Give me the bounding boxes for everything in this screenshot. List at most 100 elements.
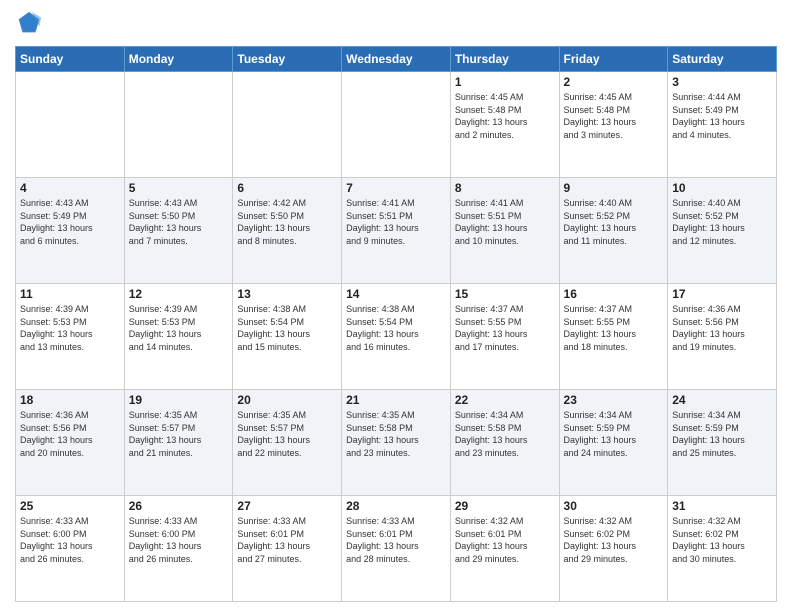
calendar-cell: 21 Sunrise: 4:35 AM Sunset: 5:58 PM Dayli… — [342, 390, 451, 496]
day-number: 28 — [346, 499, 446, 513]
calendar-cell: 2 Sunrise: 4:45 AM Sunset: 5:48 PM Daylig… — [559, 72, 668, 178]
header-day-tuesday: Tuesday — [233, 47, 342, 72]
calendar-cell: 23Sunrise: 4:34 AM Sunset: 5:59 PM Dayli… — [559, 390, 668, 496]
page: SundayMondayTuesdayWednesdayThursdayFrid… — [0, 0, 792, 612]
day-info: Sunrise: 4:37 AM Sunset: 5:55 PM Dayligh… — [455, 303, 555, 353]
calendar-cell: 17 Sunrise: 4:36 AM Sunset: 5:56 PM Dayli… — [668, 284, 777, 390]
week-row-0: 1 Sunrise: 4:45 AM Sunset: 5:48 PM Daylig… — [16, 72, 777, 178]
day-info: Sunrise: 4:41 AM Sunset: 5:51 PM Dayligh… — [346, 197, 446, 247]
header-day-friday: Friday — [559, 47, 668, 72]
calendar-cell: 18 Sunrise: 4:36 AM Sunset: 5:56 PM Dayli… — [16, 390, 125, 496]
day-number: 21 — [346, 393, 446, 407]
calendar-cell: 14 Sunrise: 4:38 AM Sunset: 5:54 PM Dayli… — [342, 284, 451, 390]
day-info: Sunrise: 4:36 AM Sunset: 5:56 PM Dayligh… — [20, 409, 120, 459]
day-info: Sunrise: 4:36 AM Sunset: 5:56 PM Dayligh… — [672, 303, 772, 353]
day-info: Sunrise: 4:38 AM Sunset: 5:54 PM Dayligh… — [346, 303, 446, 353]
day-number: 23 — [564, 393, 664, 407]
logo — [15, 10, 47, 38]
calendar-cell: 15 Sunrise: 4:37 AM Sunset: 5:55 PM Dayli… — [450, 284, 559, 390]
week-row-3: 18 Sunrise: 4:36 AM Sunset: 5:56 PM Dayli… — [16, 390, 777, 496]
day-info: Sunrise: 4:43 AM Sunset: 5:50 PM Dayligh… — [129, 197, 229, 247]
calendar-cell: 22Sunrise: 4:34 AM Sunset: 5:58 PM Dayli… — [450, 390, 559, 496]
header-day-sunday: Sunday — [16, 47, 125, 72]
calendar-cell: 8 Sunrise: 4:41 AM Sunset: 5:51 PM Daylig… — [450, 178, 559, 284]
calendar-cell — [342, 72, 451, 178]
day-number: 5 — [129, 181, 229, 195]
day-number: 20 — [237, 393, 337, 407]
day-number: 22 — [455, 393, 555, 407]
day-number: 19 — [129, 393, 229, 407]
calendar-cell — [124, 72, 233, 178]
logo-icon — [15, 10, 43, 38]
day-number: 3 — [672, 75, 772, 89]
day-info: Sunrise: 4:35 AM Sunset: 5:57 PM Dayligh… — [237, 409, 337, 459]
day-number: 8 — [455, 181, 555, 195]
calendar-cell: 13 Sunrise: 4:38 AM Sunset: 5:54 PM Dayli… — [233, 284, 342, 390]
calendar-cell — [233, 72, 342, 178]
day-number: 25 — [20, 499, 120, 513]
day-number: 31 — [672, 499, 772, 513]
calendar-cell: 1Sunrise: 4:45 AM Sunset: 5:48 PM Daylig… — [450, 72, 559, 178]
calendar-header: SundayMondayTuesdayWednesdayThursdayFrid… — [16, 47, 777, 72]
day-info: Sunrise: 4:34 AM Sunset: 5:59 PM Dayligh… — [672, 409, 772, 459]
day-number: 4 — [20, 181, 120, 195]
calendar-cell: 28Sunrise: 4:33 AM Sunset: 6:01 PM Dayli… — [342, 496, 451, 602]
calendar-cell: 9 Sunrise: 4:40 AM Sunset: 5:52 PM Daylig… — [559, 178, 668, 284]
calendar-cell: 4 Sunrise: 4:43 AM Sunset: 5:49 PM Daylig… — [16, 178, 125, 284]
calendar-cell: 31 Sunrise: 4:32 AM Sunset: 6:02 PM Dayli… — [668, 496, 777, 602]
day-number: 6 — [237, 181, 337, 195]
day-info: Sunrise: 4:32 AM Sunset: 6:02 PM Dayligh… — [564, 515, 664, 565]
day-number: 13 — [237, 287, 337, 301]
day-number: 11 — [20, 287, 120, 301]
header — [15, 10, 777, 38]
day-info: Sunrise: 4:33 AM Sunset: 6:00 PM Dayligh… — [20, 515, 120, 565]
calendar-table: SundayMondayTuesdayWednesdayThursdayFrid… — [15, 46, 777, 602]
day-info: Sunrise: 4:39 AM Sunset: 5:53 PM Dayligh… — [129, 303, 229, 353]
calendar-body: 1 Sunrise: 4:45 AM Sunset: 5:48 PM Daylig… — [16, 72, 777, 602]
day-number: 1 — [455, 75, 555, 89]
day-number: 26 — [129, 499, 229, 513]
day-info: Sunrise: 4:37 AM Sunset: 5:55 PM Dayligh… — [564, 303, 664, 353]
day-number: 29 — [455, 499, 555, 513]
calendar-cell: 27Sunrise: 4:33 AM Sunset: 6:01 PM Dayli… — [233, 496, 342, 602]
calendar-cell: 3 Sunrise: 4:44 AM Sunset: 5:49 PM Daylig… — [668, 72, 777, 178]
day-info: Sunrise: 4:39 AM Sunset: 5:53 PM Dayligh… — [20, 303, 120, 353]
day-info: Sunrise: 4:32 AM Sunset: 6:02 PM Dayligh… — [672, 515, 772, 565]
day-number: 10 — [672, 181, 772, 195]
day-number: 30 — [564, 499, 664, 513]
day-number: 15 — [455, 287, 555, 301]
calendar-cell: 11 Sunrise: 4:39 AM Sunset: 5:53 PM Dayli… — [16, 284, 125, 390]
day-number: 27 — [237, 499, 337, 513]
day-number: 2 — [564, 75, 664, 89]
week-row-2: 11 Sunrise: 4:39 AM Sunset: 5:53 PM Dayli… — [16, 284, 777, 390]
day-number: 18 — [20, 393, 120, 407]
calendar-cell: 20 Sunrise: 4:35 AM Sunset: 5:57 PM Dayli… — [233, 390, 342, 496]
calendar-cell: 12Sunrise: 4:39 AM Sunset: 5:53 PM Dayli… — [124, 284, 233, 390]
day-number: 16 — [564, 287, 664, 301]
calendar-cell: 10 Sunrise: 4:40 AM Sunset: 5:52 PM Dayli… — [668, 178, 777, 284]
calendar-cell: 7Sunrise: 4:41 AM Sunset: 5:51 PM Daylig… — [342, 178, 451, 284]
day-info: Sunrise: 4:44 AM Sunset: 5:49 PM Dayligh… — [672, 91, 772, 141]
day-number: 9 — [564, 181, 664, 195]
header-row: SundayMondayTuesdayWednesdayThursdayFrid… — [16, 47, 777, 72]
header-day-wednesday: Wednesday — [342, 47, 451, 72]
day-info: Sunrise: 4:40 AM Sunset: 5:52 PM Dayligh… — [564, 197, 664, 247]
day-number: 17 — [672, 287, 772, 301]
day-info: Sunrise: 4:45 AM Sunset: 5:48 PM Dayligh… — [564, 91, 664, 141]
calendar-cell: 24Sunrise: 4:34 AM Sunset: 5:59 PM Dayli… — [668, 390, 777, 496]
day-info: Sunrise: 4:40 AM Sunset: 5:52 PM Dayligh… — [672, 197, 772, 247]
day-info: Sunrise: 4:38 AM Sunset: 5:54 PM Dayligh… — [237, 303, 337, 353]
day-info: Sunrise: 4:35 AM Sunset: 5:57 PM Dayligh… — [129, 409, 229, 459]
week-row-4: 25 Sunrise: 4:33 AM Sunset: 6:00 PM Dayli… — [16, 496, 777, 602]
day-info: Sunrise: 4:41 AM Sunset: 5:51 PM Dayligh… — [455, 197, 555, 247]
day-info: Sunrise: 4:35 AM Sunset: 5:58 PM Dayligh… — [346, 409, 446, 459]
day-number: 14 — [346, 287, 446, 301]
header-day-saturday: Saturday — [668, 47, 777, 72]
day-info: Sunrise: 4:33 AM Sunset: 6:00 PM Dayligh… — [129, 515, 229, 565]
calendar-cell: 19 Sunrise: 4:35 AM Sunset: 5:57 PM Dayli… — [124, 390, 233, 496]
day-info: Sunrise: 4:32 AM Sunset: 6:01 PM Dayligh… — [455, 515, 555, 565]
calendar-cell: 16 Sunrise: 4:37 AM Sunset: 5:55 PM Dayli… — [559, 284, 668, 390]
calendar-cell: 25 Sunrise: 4:33 AM Sunset: 6:00 PM Dayli… — [16, 496, 125, 602]
calendar-cell: 6Sunrise: 4:42 AM Sunset: 5:50 PM Daylig… — [233, 178, 342, 284]
day-info: Sunrise: 4:43 AM Sunset: 5:49 PM Dayligh… — [20, 197, 120, 247]
